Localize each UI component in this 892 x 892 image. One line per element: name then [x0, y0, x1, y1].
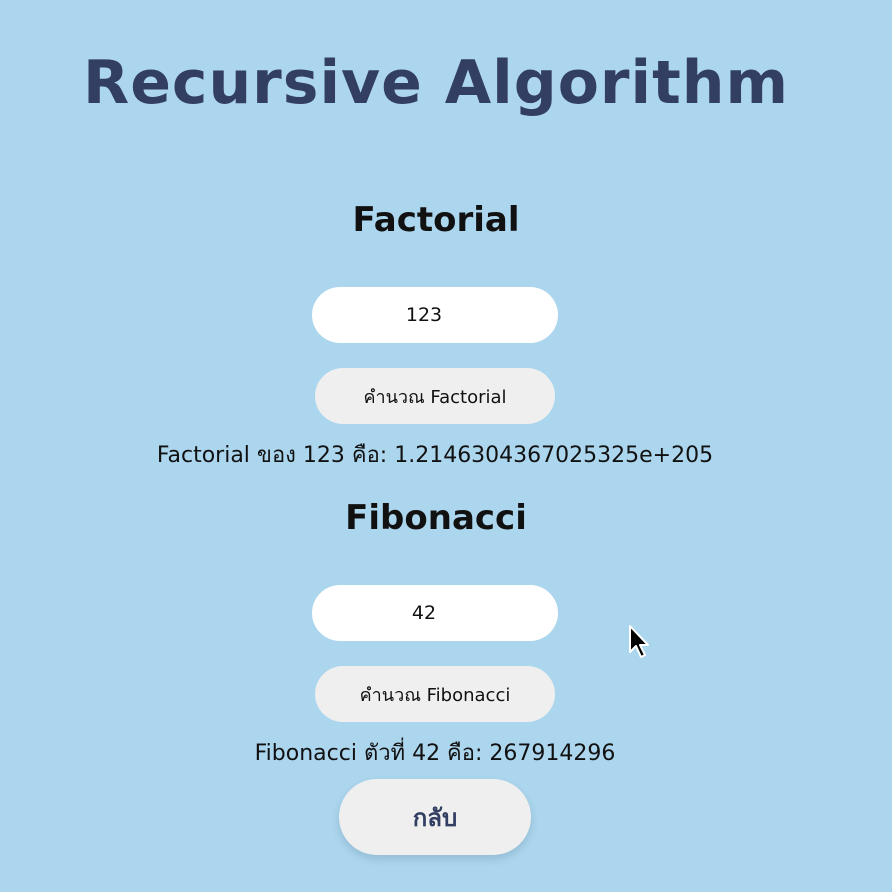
fibonacci-result: Fibonacci ตัวที่ 42 คือ: 267914296 [254, 741, 616, 766]
factorial-result: Factorial ของ 123 คือ: 1.214630436702532… [156, 443, 714, 468]
page: Recursive Algorithm Factorial คำนวณ Fact… [0, 0, 892, 892]
factorial-heading: Factorial [352, 200, 520, 240]
calculate-factorial-button[interactable]: คำนวณ Factorial [315, 368, 555, 424]
back-button[interactable]: กลับ [339, 779, 531, 855]
mouse-pointer-icon [629, 625, 649, 658]
fibonacci-heading: Fibonacci [345, 498, 527, 538]
fibonacci-input[interactable] [312, 585, 558, 641]
calculate-fibonacci-button[interactable]: คำนวณ Fibonacci [315, 666, 555, 722]
factorial-input[interactable] [312, 287, 558, 343]
page-title: Recursive Algorithm [83, 48, 789, 118]
